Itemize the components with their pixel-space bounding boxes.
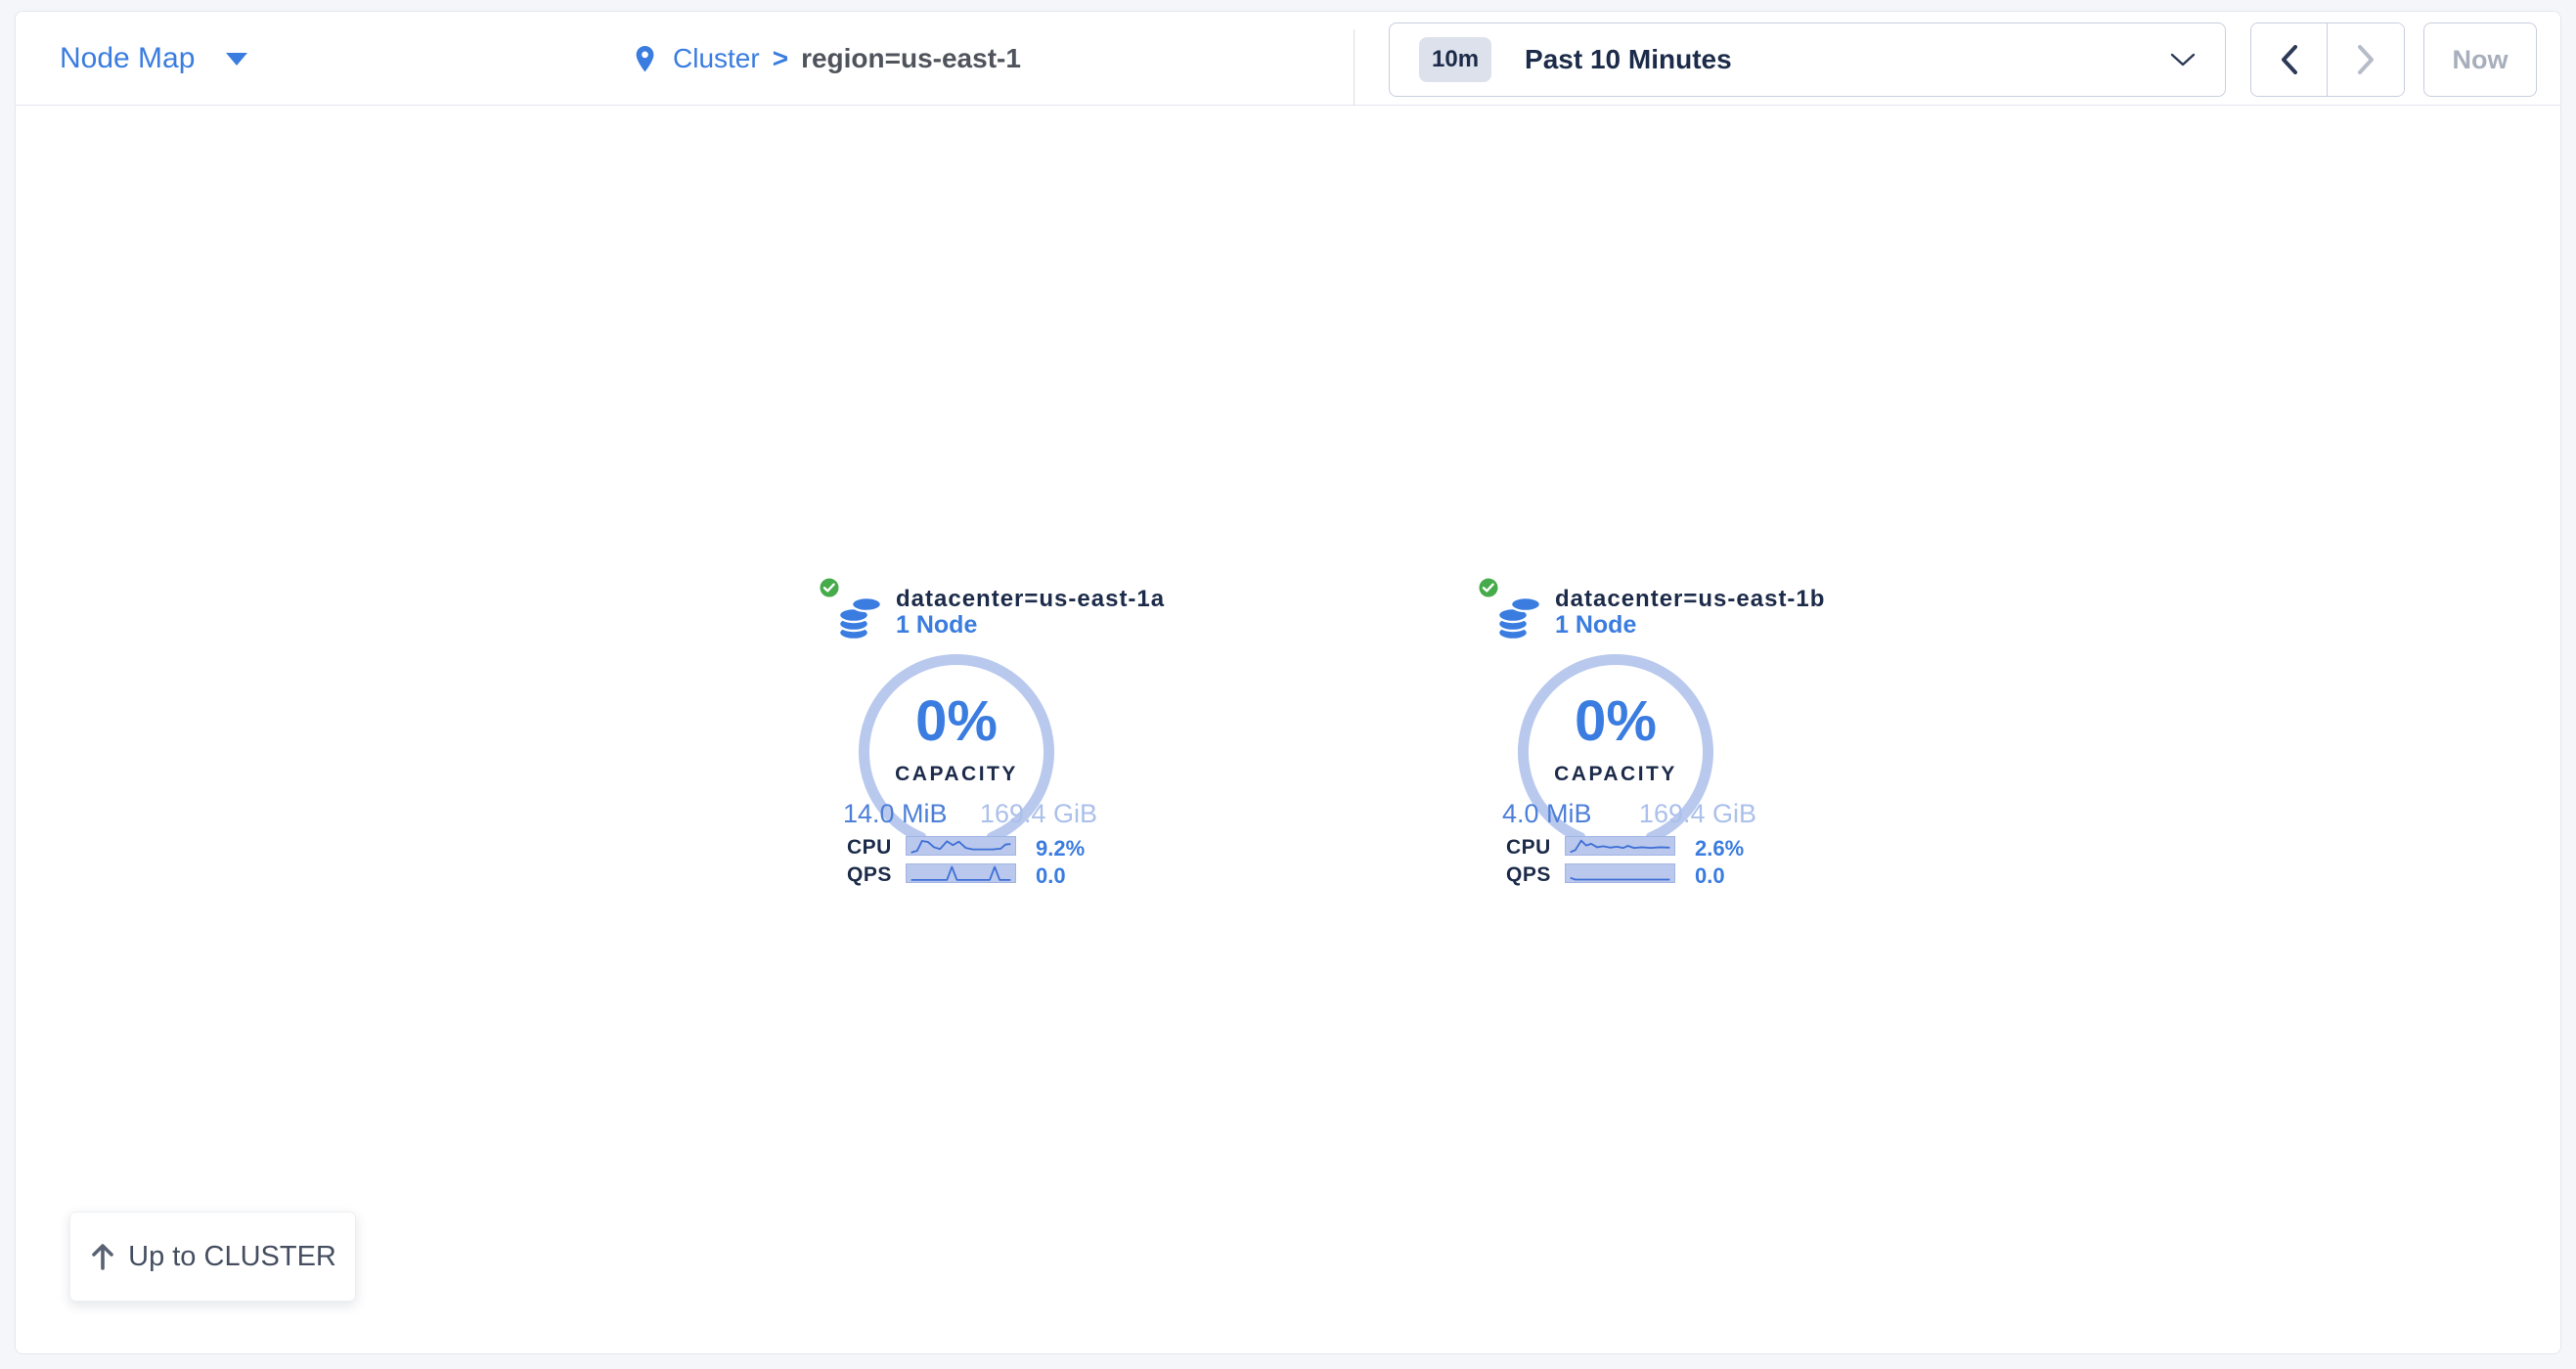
time-nav-buttons bbox=[2250, 22, 2405, 97]
chevron-left-icon bbox=[2280, 44, 2299, 75]
capacity-percent: 0% bbox=[1518, 693, 1713, 750]
capacity-row: 4.0 MiB 169.4 GiB bbox=[1502, 799, 1756, 829]
breadcrumb: Cluster > region=us-east-1 bbox=[630, 12, 1021, 106]
time-window-dropdown[interactable]: 10m Past 10 Minutes bbox=[1389, 22, 2226, 97]
up-arrow-icon bbox=[89, 1242, 116, 1271]
cpu-value: 2.6% bbox=[1695, 836, 1744, 861]
qps-label: QPS bbox=[1506, 863, 1551, 887]
capacity-total: 169.4 GiB bbox=[1639, 799, 1756, 829]
qps-metric-row: QPS 0.0 bbox=[798, 863, 1121, 885]
chevron-right-icon bbox=[2356, 44, 2376, 75]
cpu-label: CPU bbox=[1506, 836, 1551, 860]
capacity-used: 14.0 MiB bbox=[843, 799, 948, 829]
capacity-row: 14.0 MiB 169.4 GiB bbox=[843, 799, 1097, 829]
qps-label: QPS bbox=[847, 863, 892, 887]
node-count: 1 Node bbox=[1555, 611, 1636, 640]
time-window-badge: 10m bbox=[1419, 37, 1491, 82]
now-button[interactable]: Now bbox=[2423, 22, 2537, 97]
cpu-sparkline bbox=[1565, 836, 1675, 856]
breadcrumb-current: region=us-east-1 bbox=[801, 43, 1021, 74]
capacity-label: CAPACITY bbox=[859, 763, 1054, 786]
node-count: 1 Node bbox=[896, 611, 977, 640]
view-selector-label: Node Map bbox=[60, 42, 195, 75]
cpu-metric-row: CPU 2.6% bbox=[1457, 836, 1780, 858]
capacity-percent: 0% bbox=[859, 693, 1054, 750]
node-map-panel: Node Map Cluster > region=us-east-1 10m … bbox=[15, 11, 2561, 1354]
location-pin-icon bbox=[630, 39, 660, 79]
header-divider bbox=[1354, 29, 1355, 106]
datacenter-name: datacenter=us-east-1a bbox=[896, 586, 1165, 613]
datacenter-card[interactable]: datacenter=us-east-1a 1 Node 0% CAPACITY… bbox=[798, 568, 1121, 891]
database-icon bbox=[837, 596, 884, 640]
up-to-cluster-button[interactable]: Up to CLUSTER bbox=[69, 1212, 356, 1302]
qps-sparkline bbox=[1565, 863, 1675, 883]
capacity-label: CAPACITY bbox=[1518, 763, 1713, 786]
datacenter-name: datacenter=us-east-1b bbox=[1555, 586, 1825, 613]
qps-value: 0.0 bbox=[1036, 863, 1066, 889]
time-prev-button[interactable] bbox=[2251, 23, 2328, 96]
cpu-label: CPU bbox=[847, 836, 892, 860]
breadcrumb-cluster-link[interactable]: Cluster bbox=[673, 43, 760, 74]
cpu-sparkline bbox=[906, 836, 1016, 856]
time-window-label: Past 10 Minutes bbox=[1525, 44, 1732, 75]
capacity-used: 4.0 MiB bbox=[1502, 799, 1592, 829]
up-to-cluster-label: Up to CLUSTER bbox=[128, 1241, 336, 1273]
qps-sparkline bbox=[906, 863, 1016, 883]
breadcrumb-separator: > bbox=[773, 43, 788, 74]
capacity-total: 169.4 GiB bbox=[980, 799, 1097, 829]
qps-metric-row: QPS 0.0 bbox=[1457, 863, 1780, 885]
caret-down-icon bbox=[226, 53, 247, 66]
chevron-down-icon bbox=[2170, 53, 2196, 67]
datacenter-card[interactable]: datacenter=us-east-1b 1 Node 0% CAPACITY… bbox=[1457, 568, 1780, 891]
cpu-value: 9.2% bbox=[1036, 836, 1085, 861]
cpu-metric-row: CPU 9.2% bbox=[798, 836, 1121, 858]
qps-value: 0.0 bbox=[1695, 863, 1725, 889]
time-next-button[interactable] bbox=[2328, 23, 2404, 96]
topbar: Node Map Cluster > region=us-east-1 10m … bbox=[16, 12, 2560, 106]
database-icon bbox=[1496, 596, 1543, 640]
view-selector-dropdown[interactable]: Node Map bbox=[60, 12, 247, 106]
